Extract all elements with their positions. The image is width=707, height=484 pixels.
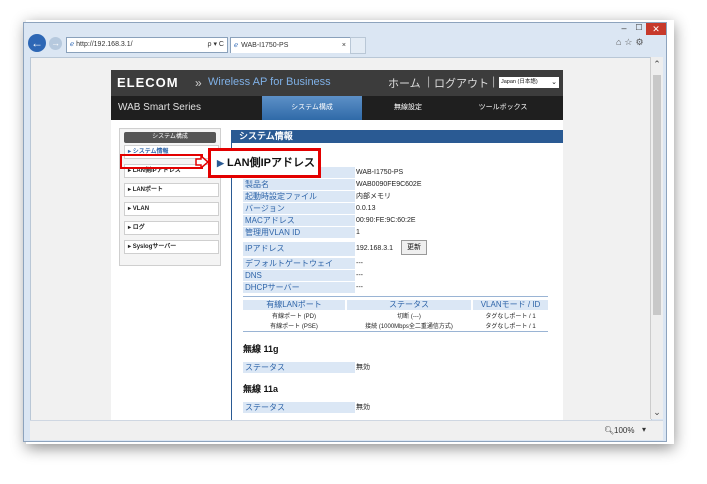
table-cell: 有線ポート (PD) [272,314,316,320]
scroll-down-icon[interactable]: ⌄ [651,405,663,419]
tab-wireless[interactable]: 無線設定 [373,96,443,120]
info-label: バージョン [243,203,355,214]
tab-close-icon[interactable]: × [342,38,346,53]
browser-viewport: ELECOM » Wireless AP for Business ホーム | … [30,57,652,421]
language-select[interactable]: Japan (日本語) ⌄ [499,77,559,88]
header-bar: ELECOM » Wireless AP for Business ホーム | … [111,70,563,96]
new-tab-button[interactable] [350,37,366,54]
status-bar: 🔍︎ 100% ▾ [30,420,663,440]
tab-toolbox[interactable]: ツールボックス [461,96,545,120]
sidebar-item-lan-port[interactable]: ▸ LANポート [124,183,219,197]
web-page: ELECOM » Wireless AP for Business ホーム | … [111,70,563,420]
chevrons: » [195,76,202,90]
sidebar-item-log[interactable]: ▸ ログ [124,221,219,235]
sidebar-item-vlan[interactable]: ▸ VLAN [124,202,219,216]
sidebar-item-label: ログ [132,225,145,231]
scroll-up-icon[interactable]: ⌃ [651,57,663,71]
zoom-level[interactable]: 100% [614,426,634,435]
table-cell: 有線ポート (PSE) [270,324,318,330]
callout-text: LAN側IPアドレス [226,157,315,169]
wireless-11g-title: 無線 11g [243,344,279,354]
header-separator-2: | [492,74,496,88]
sidebar-item-syslog[interactable]: ▸ Syslogサーバー [124,240,219,254]
net-label: デフォルトゲートウェイ [243,258,355,269]
address-text: http://192.168.3.1/ [76,41,133,48]
home-link[interactable]: ホーム [388,75,421,91]
logout-link[interactable]: ログアウト [434,75,489,91]
net-label: IPアドレス [243,242,355,256]
tab-page-icon: ℯ [234,42,239,49]
table-cell: 接続 (1000Mbps全二重通信方式) [365,324,453,330]
back-icon[interactable]: ← [28,34,46,52]
page-title: システム情報 [231,130,563,143]
vertical-scrollbar[interactable]: ⌃ ⌄ [650,57,663,419]
series-name: WAB Smart Series [118,102,201,113]
browser-tab[interactable]: ℯ WAB-I1750-PS × [230,37,352,53]
search-refresh-icon[interactable]: ρ ▾ C [208,38,224,52]
home-star-gear-icons[interactable]: ⌂☆⚙ [616,37,647,48]
info-value: 0.0.13 [356,205,376,212]
column-header: VLANモード / ID [473,300,548,310]
sidebar-item-label: VLAN [132,206,150,212]
table-row: 有線ポート (PD) 切断 (---) タグなしポート / 1 [243,311,548,320]
info-value: 00:90:FE:9C:60:2E [356,217,416,224]
sidebar-item-label: LANポート [132,187,164,193]
column-header: 有線LANポート [243,300,345,310]
w11g-status-value: 無効 [356,364,370,371]
net-value: --- [356,272,363,279]
table-cell: 切断 (---) [397,314,421,320]
net-value: --- [356,260,363,267]
highlight-box [120,154,203,169]
forward-icon[interactable]: → [49,37,62,50]
table-row: 有線ポート (PSE) 接続 (1000Mbps全二重通信方式) タグなしポート… [243,321,548,330]
info-label: MACアドレス [243,215,355,226]
header-separator: | [427,74,431,88]
net-value: --- [356,284,363,291]
table-cell: タグなしポート / 1 [485,324,536,330]
divider [243,331,548,332]
scrollbar-thumb[interactable] [653,75,661,315]
sidebar-title: システム構成 [124,132,216,143]
net-label: DHCPサーバー [243,282,355,293]
minimize-icon[interactable]: – [616,23,632,35]
close-window-icon[interactable]: ✕ [646,23,666,35]
chevron-down-icon: ⌄ [551,79,557,86]
update-button[interactable]: 更新 [401,240,427,255]
wireless-11a-title: 無線 11a [243,384,279,394]
callout-triangle-icon: ▶ [217,158,224,168]
sidebar: システム構成 ▸ システム情報 ▸ LAN側IPアドレス ▸ LANポート ▸ … [119,128,221,266]
w11g-status-label: ステータス [243,362,355,373]
callout-arrow-icon [195,155,209,169]
maximize-icon[interactable]: ☐ [632,23,646,35]
info-value: WAB-I1750-PS [356,169,404,176]
tab-system-config[interactable]: システム構成 [262,96,362,120]
callout-label: ▶ LAN側IPアドレス [208,148,321,178]
net-label: DNS [243,270,355,281]
sidebar-item-label: Syslogサーバー [132,244,177,250]
info-label: 起動時設定ファイル [243,191,355,202]
nav-bar: WAB Smart Series システム構成 無線設定 ツールボックス [111,96,563,120]
info-value: 1 [356,229,360,236]
info-value: 内部メモリ [356,193,391,200]
w11a-status-value: 無効 [356,404,370,411]
column-header: ステータス [347,300,471,310]
ie-page-icon: ℯ [70,41,75,48]
divider [243,296,548,297]
info-label: 製品名 [243,179,355,190]
table-cell: タグなしポート / 1 [485,314,536,320]
language-value: Japan (日本語) [501,79,538,85]
info-value: WAB0090FE9C602E [356,181,422,188]
zoom-dropdown-icon[interactable]: ▾ [642,425,646,434]
product-name: Wireless AP for Business [208,76,331,88]
w11a-status-label: ステータス [243,402,355,413]
zoom-icon[interactable]: 🔍︎ [604,426,614,435]
address-bar[interactable]: ℯ http://192.168.3.1/ ρ ▾ C [66,37,228,53]
ports-table-header: 有線LANポート ステータス VLANモード / ID [243,300,548,310]
tab-title: WAB-I1750-PS [241,42,289,49]
info-label: 管理用VLAN ID [243,227,355,238]
elecom-logo: ELECOM [117,75,179,90]
net-value: 192.168.3.1 [356,245,393,252]
